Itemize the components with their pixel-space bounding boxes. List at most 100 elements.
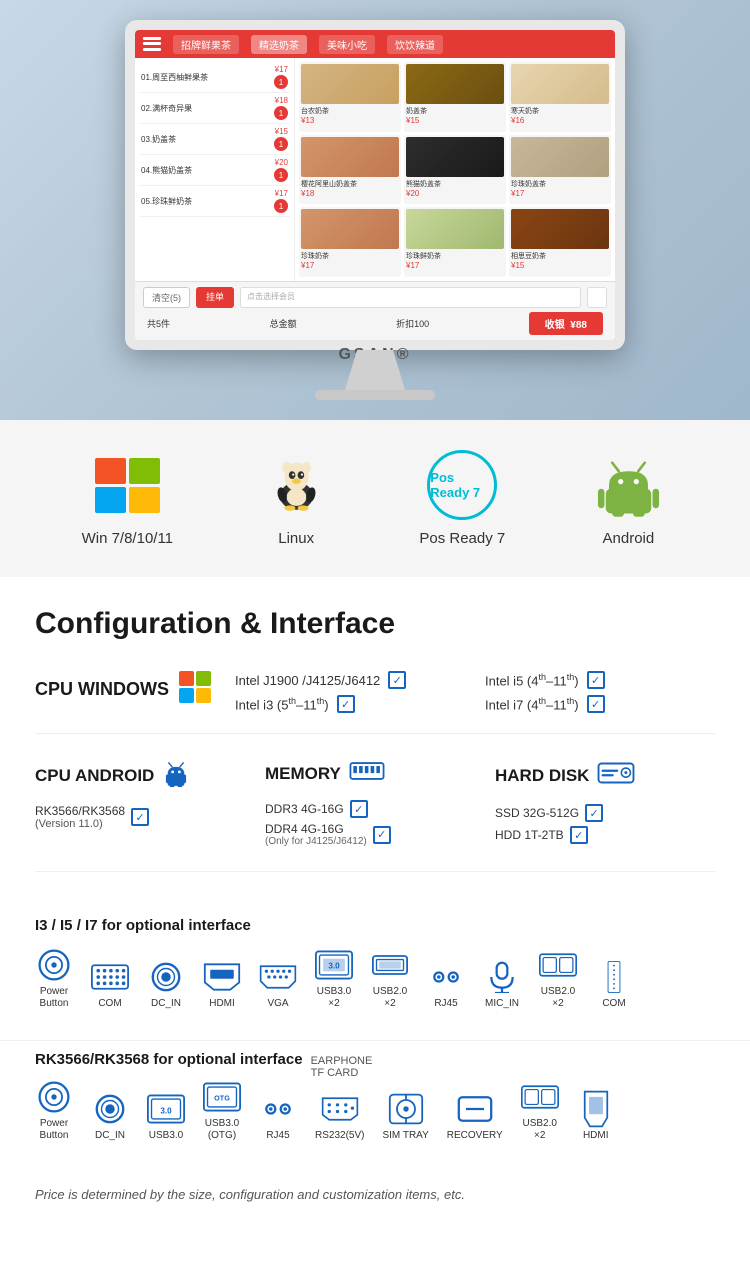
android-icon	[588, 450, 668, 520]
rk-subtitle: EARPHONE TF CARD	[311, 1055, 373, 1079]
iface-label: RECOVERY	[447, 1130, 503, 1142]
harddisk-header: HARD DISK	[495, 759, 715, 792]
hdmi-icon	[203, 961, 241, 993]
check-box	[587, 671, 605, 689]
rk-rj45-icon	[259, 1093, 297, 1125]
iface-label: VGA	[267, 998, 288, 1010]
os-label-posready: Pos Ready 7	[419, 530, 505, 547]
pos-tab-snack[interactable]: 美味小吃	[319, 35, 375, 54]
pos-order-item[interactable]: 01.周至西柚鲜果茶 ¥17 1	[139, 62, 290, 93]
config-section: Configuration & Interface CPU WINDOWS In…	[0, 577, 750, 917]
windows-spec-icon	[179, 671, 215, 707]
iface-label: PowerButton	[40, 986, 69, 1010]
iface-usb2-x2-b: USB2.0×2	[539, 949, 577, 1010]
harddisk-spec-hdd: HDD 1T-2TB	[495, 826, 715, 844]
pos-body: 01.周至西柚鲜果茶 ¥17 1 02.满杯奇异果 ¥18 1	[135, 58, 615, 281]
rk-usb2-x2: USB2.0×2	[521, 1081, 559, 1142]
iface-com-2: COM	[595, 961, 633, 1010]
rk-recovery: RECOVERY	[447, 1093, 503, 1142]
pos-hang-btn[interactable]: 挂单	[196, 287, 234, 308]
pos-order-item[interactable]: 03.奶盖茶 ¥15 1	[139, 124, 290, 155]
pos-order-item[interactable]: 05.珍珠鲜奶茶 ¥17 1	[139, 186, 290, 217]
pos-tab-active[interactable]: 精选奶茶	[251, 35, 307, 54]
iface-label: USB2.0×2	[523, 1118, 557, 1142]
pos-product-item[interactable]: 樱花阿里山奶盖茶¥18	[299, 135, 401, 205]
posready-icon: Pos Ready 7	[422, 450, 502, 520]
pos-product-item[interactable]: 珍珠奶茶¥17	[299, 207, 401, 277]
pos-product-item[interactable]: 寒天奶茶¥16	[509, 62, 611, 132]
pos-pay-btn[interactable]: 收银 ¥88	[529, 312, 603, 335]
cpu-windows-row: CPU WINDOWS Intel J1900 /J4125/J6412 Int…	[35, 671, 715, 734]
harddisk-spec-ssd: SSD 32G-512G	[495, 804, 715, 822]
os-section: Win 7/8/10/11	[0, 420, 750, 577]
pos-product-item[interactable]: 珍珠奶盖茶¥17	[509, 135, 611, 205]
os-item-windows: Win 7/8/10/11	[82, 450, 173, 547]
dcin-icon	[147, 961, 185, 993]
pos-monitor: 招牌鲜果茶 精选奶茶 美味小吃 饮饮辣道 01.周至西柚鲜果茶 ¥17 1	[125, 20, 625, 350]
iface-usb2-x2-a: USB2.0×2	[371, 949, 409, 1010]
iface-label: USB3.0×2	[317, 986, 351, 1010]
iface-label: COM	[98, 998, 121, 1010]
rk-power-button: PowerButton	[35, 1081, 73, 1142]
spec-detail: Intel J1900 /J4125/J6412	[235, 671, 465, 689]
os-item-android: Android	[588, 450, 668, 547]
pos-order-item[interactable]: 02.满杯奇异果 ¥18 1	[139, 93, 290, 124]
os-item-linux: Linux	[256, 450, 336, 547]
pos-member-extra[interactable]	[587, 287, 607, 308]
check-box	[373, 826, 391, 844]
pos-clear-btn[interactable]: 清空(5)	[143, 287, 190, 308]
rk-rj45: RJ45	[259, 1093, 297, 1142]
iface-label: RS232(5V)	[315, 1130, 364, 1142]
iface-power-button: PowerButton	[35, 949, 73, 1010]
power-button-icon	[35, 949, 73, 981]
iface-label: RJ45	[266, 1130, 289, 1142]
three-spec-row: CPU ANDROID	[35, 759, 715, 872]
os-label-linux: Linux	[278, 530, 314, 547]
pos-tab[interactable]: 招牌鲜果茶	[173, 35, 239, 54]
pos-product-item[interactable]: 熊猫奶盖茶¥20	[404, 135, 506, 205]
cpu-android-col: CPU ANDROID	[35, 759, 255, 851]
check-box	[585, 804, 603, 822]
cpu-windows-label: CPU WINDOWS	[35, 679, 169, 700]
com-icon	[91, 961, 129, 993]
harddisk-label: HARD DISK	[495, 766, 589, 786]
pos-section: 招牌鲜果茶 精选奶茶 美味小吃 饮饮辣道 01.周至西柚鲜果茶 ¥17 1	[0, 0, 750, 420]
linux-icon	[256, 450, 336, 520]
pos-tab-drink[interactable]: 饮饮辣道	[387, 35, 443, 54]
usb2-icon	[371, 949, 409, 981]
memory-spec-ddr3: DDR3 4G-16G	[265, 800, 485, 818]
pos-order-item[interactable]: 04.熊猫奶盖茶 ¥20 1	[139, 155, 290, 186]
os-item-posready: Pos Ready 7 Pos Ready 7	[419, 450, 505, 547]
pos-product-item[interactable]: 相思豆奶茶¥15	[509, 207, 611, 277]
pos-product-item[interactable]: 奶盖茶¥15	[404, 62, 506, 132]
vga-icon	[259, 961, 297, 993]
rj45-icon	[427, 961, 465, 993]
iface-rj45: RJ45	[427, 961, 465, 1010]
monitor-wrap: 招牌鲜果茶 精选奶茶 美味小吃 饮饮辣道 01.周至西柚鲜果茶 ¥17 1	[125, 20, 625, 400]
usb2-icon-b	[539, 949, 577, 981]
check-box	[131, 808, 149, 826]
spec-detail: Intel i3 (5th–11th)	[235, 695, 465, 713]
iface-label: DC_IN	[95, 1130, 125, 1142]
os-label-windows: Win 7/8/10/11	[82, 530, 173, 547]
android-spec-icon	[162, 759, 190, 792]
com-icon-2	[595, 961, 633, 993]
iface-label: USB2.0×2	[541, 986, 575, 1010]
android-spec-value: RK3566/RK3568 (Version 11.0)	[35, 804, 255, 830]
rk-interface-title: RK3566/RK3568 for optional interface	[35, 1051, 303, 1068]
memory-label: MEMORY	[265, 764, 341, 784]
posready-circle: Pos Ready 7	[427, 450, 497, 520]
rk-hdmi: HDMI	[577, 1093, 615, 1142]
i3-icons-row: PowerButton	[35, 949, 715, 1010]
rk-usb3-otg: OTG USB3.0(OTG)	[203, 1081, 241, 1142]
pos-member-bar[interactable]: 点击选择会员	[240, 287, 581, 308]
cpu-windows-specs: Intel J1900 /J4125/J6412 Intel i5 (4th–1…	[235, 671, 715, 713]
pos-product-item[interactable]: 台农奶茶¥13	[299, 62, 401, 132]
win-quad-1	[95, 458, 126, 484]
check-box	[570, 826, 588, 844]
pos-product-item[interactable]: 珍珠鲜奶茶¥17	[404, 207, 506, 277]
win-quad-2	[129, 458, 160, 484]
price-note: Price is determined by the size, configu…	[0, 1172, 750, 1217]
iface-label: HDMI	[583, 1130, 609, 1142]
rk-recovery-icon	[456, 1093, 494, 1125]
